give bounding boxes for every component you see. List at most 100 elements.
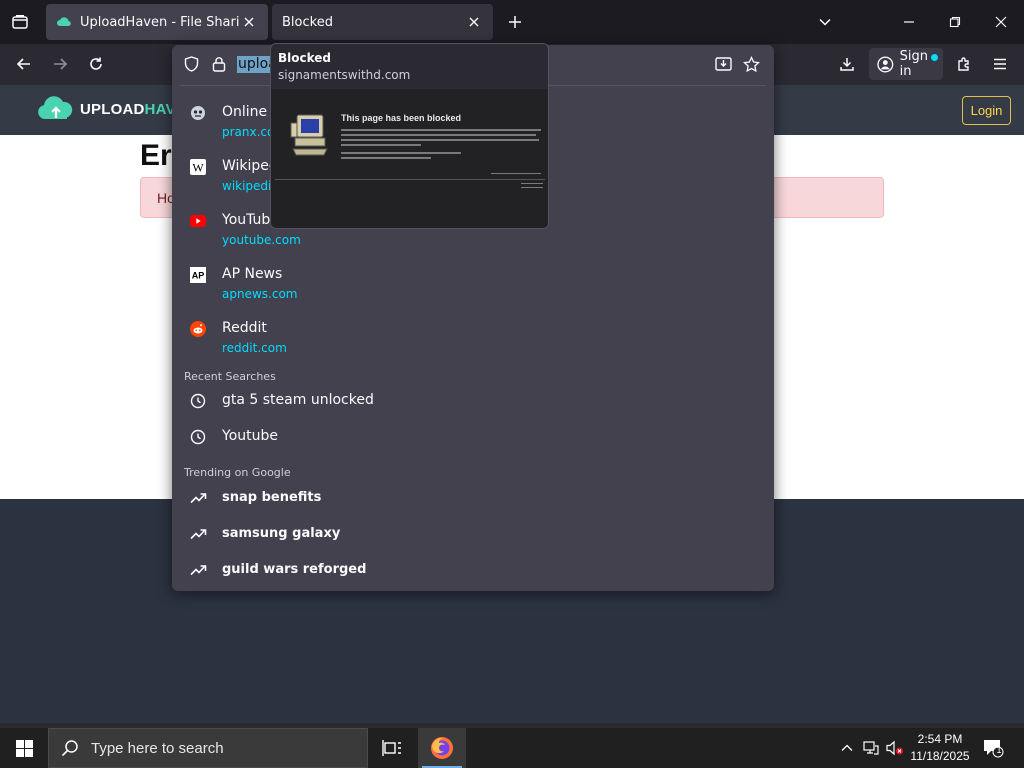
firefox-view-icon <box>12 15 28 29</box>
network-button[interactable] <box>860 728 882 768</box>
tab-title: UploadHaven - File Sharing Made Simple <box>80 14 240 30</box>
start-button[interactable] <box>0 728 48 768</box>
windows-taskbar: Type here to search 2:54 PM 11/18/2025 1 <box>0 728 1024 768</box>
trending-arrow-icon <box>189 561 207 579</box>
apnews-favicon-icon: AP <box>190 267 206 283</box>
minimize-icon <box>904 21 914 23</box>
close-icon <box>244 17 254 27</box>
wikipedia-favicon-icon: W <box>190 159 206 175</box>
preview-divider <box>275 179 545 180</box>
suggestion-url: youtube.com <box>222 233 301 247</box>
suggestion-title: Reddit <box>222 320 267 336</box>
tab-title: Blocked <box>282 14 333 30</box>
tab-uploadhaven[interactable]: UploadHaven - File Sharing Made Simple <box>46 4 268 40</box>
arrow-left-icon <box>16 58 30 70</box>
task-view-button[interactable] <box>372 728 412 768</box>
network-icon <box>863 741 879 755</box>
trending-item[interactable]: samsung galaxy <box>172 516 774 552</box>
preview-text-line <box>341 152 461 154</box>
trending-arrow-icon <box>189 525 207 543</box>
svg-text:W: W <box>192 161 204 175</box>
preview-text-line <box>521 183 543 184</box>
blocked-computer-icon <box>290 114 328 156</box>
suggestion-reddit[interactable]: Reddit reddit.com <box>172 315 774 369</box>
error-title: Er <box>140 139 172 172</box>
firefox-view-button[interactable] <box>4 6 36 38</box>
save-page-button[interactable] <box>714 55 732 73</box>
clock-time: 2:54 PM <box>917 732 963 746</box>
windows-logo-icon <box>15 739 33 757</box>
uploadhaven-favicon <box>57 17 71 27</box>
plus-icon <box>509 16 521 28</box>
clock-date: 11/18/2025 <box>910 749 970 763</box>
trending-text: snap benefits <box>222 490 322 505</box>
recent-search-item[interactable]: gta 5 steam unlocked <box>172 383 774 419</box>
trending-item[interactable]: guild wars reforged <box>172 552 774 588</box>
recent-search-item[interactable]: Youtube <box>172 419 774 455</box>
show-hidden-icons-button[interactable] <box>836 728 858 768</box>
tab-blocked[interactable]: Blocked <box>272 4 493 40</box>
extensions-button[interactable] <box>948 48 980 80</box>
trending-item[interactable]: snap benefits <box>172 480 774 516</box>
preview-title: Blocked <box>278 51 332 65</box>
close-icon <box>995 16 1007 28</box>
tracking-protection-button[interactable] <box>182 55 200 73</box>
save-to-device-icon <box>714 57 732 71</box>
close-tab-button[interactable] <box>465 13 483 31</box>
arrow-right-icon <box>54 58 68 70</box>
notification-dot <box>931 54 938 61</box>
reload-button[interactable] <box>80 48 112 80</box>
login-button[interactable]: Login <box>962 96 1011 125</box>
notification-count: 1 <box>996 745 1002 755</box>
app-menu-button[interactable] <box>984 48 1016 80</box>
forward-button[interactable] <box>44 48 76 80</box>
taskbar-clock[interactable]: 2:54 PM 11/18/2025 <box>906 731 974 765</box>
reddit-favicon-icon <box>190 321 206 337</box>
trending-arrow-icon <box>189 489 207 507</box>
new-tab-button[interactable] <box>500 6 530 38</box>
preview-host: signamentswithd.com <box>278 68 411 82</box>
close-window-button[interactable] <box>985 6 1017 38</box>
minimize-button[interactable] <box>893 6 925 38</box>
recent-searches-label: Recent Searches <box>184 370 276 383</box>
logo-word-upload: UPLOAD <box>80 100 145 118</box>
preview-text-line <box>341 129 541 131</box>
svg-text:AP: AP <box>192 271 205 281</box>
recent-search-text: gta 5 steam unlocked <box>222 392 374 408</box>
puzzle-piece-icon <box>958 57 969 71</box>
history-clock-icon <box>189 428 207 446</box>
account-icon <box>877 55 894 73</box>
list-all-tabs-button[interactable] <box>810 6 840 38</box>
bookmark-button[interactable] <box>742 55 760 73</box>
close-tab-button[interactable] <box>240 13 258 31</box>
star-icon <box>742 55 760 72</box>
history-clock-icon <box>189 392 207 410</box>
taskbar-search-box[interactable]: Type here to search <box>48 728 368 768</box>
suggestion-apnews[interactable]: AP AP News apnews.com <box>172 261 774 315</box>
action-center-button[interactable]: 1 <box>978 728 1008 768</box>
recent-search-text: Youtube <box>222 428 278 444</box>
speaker-muted-icon <box>886 740 903 756</box>
preview-blocked-heading: This page has been blocked <box>341 113 462 123</box>
preview-text-line <box>341 139 539 141</box>
shield-icon <box>184 56 198 72</box>
suggestion-url: apnews.com <box>222 287 298 301</box>
tab-strip: UploadHaven - File Sharing Made Simple B… <box>0 0 1024 44</box>
youtube-favicon-icon <box>190 213 206 229</box>
taskbar-firefox[interactable] <box>418 728 466 768</box>
suggestion-url: reddit.com <box>222 341 287 355</box>
reload-icon <box>90 57 102 70</box>
back-button[interactable] <box>8 48 40 80</box>
trending-label: Trending on Google <box>184 466 291 479</box>
restore-button[interactable] <box>939 6 971 38</box>
chevron-down-icon <box>819 18 831 26</box>
preview-thumbnail: This page has been blocked <box>271 89 548 228</box>
volume-button[interactable] <box>884 728 906 768</box>
preview-text-line <box>341 144 421 146</box>
preview-text-line <box>521 187 543 188</box>
sign-in-button[interactable]: Sign in <box>869 48 943 80</box>
downloads-button[interactable] <box>831 48 863 80</box>
site-info-button[interactable] <box>210 55 228 73</box>
suggestion-title: AP News <box>222 266 283 282</box>
chevron-up-icon <box>841 744 853 751</box>
